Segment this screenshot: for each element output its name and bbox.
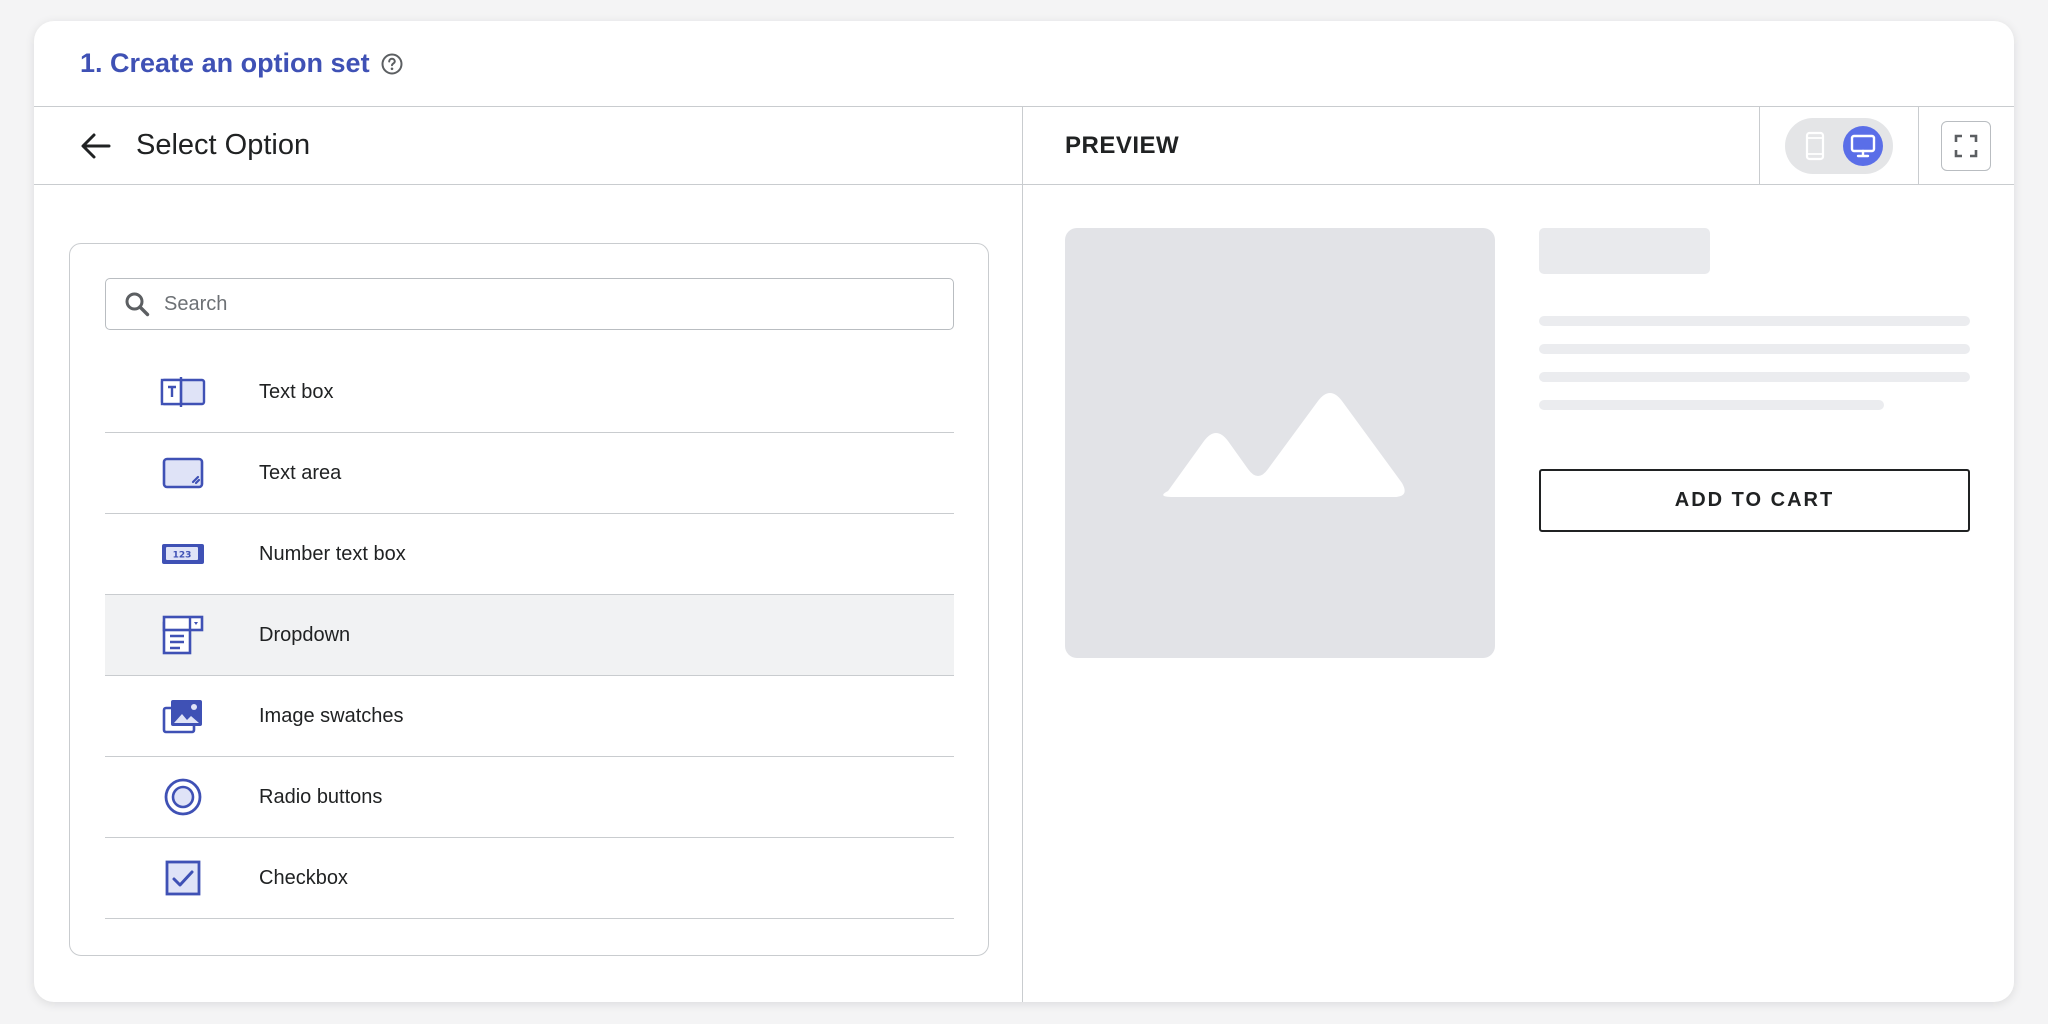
arrow-left-icon bbox=[81, 133, 111, 158]
option-label: Image swatches bbox=[259, 704, 404, 727]
option-set-card: 1. Create an option set Select Option Se… bbox=[34, 21, 2014, 1002]
select-option-pane: Select Option Search Text box Text area … bbox=[34, 107, 1023, 1002]
option-dropdown[interactable]: Dropdown bbox=[105, 594, 954, 676]
text-box-icon bbox=[159, 368, 207, 416]
search-input[interactable] bbox=[164, 292, 924, 316]
select-option-header: Select Option bbox=[34, 107, 1022, 185]
add-to-cart-button[interactable]: ADD TO CART bbox=[1539, 469, 1970, 532]
option-picker: Text box Text area bbox=[69, 243, 989, 956]
card-header: 1. Create an option set bbox=[34, 21, 2014, 107]
skeleton-line bbox=[1539, 400, 1884, 410]
option-label: Radio buttons bbox=[259, 785, 383, 808]
radio-buttons-icon bbox=[159, 773, 207, 821]
device-toggle-container bbox=[1759, 107, 1919, 185]
question-circle-icon[interactable] bbox=[380, 52, 404, 76]
option-text-box[interactable]: Text box bbox=[105, 352, 954, 433]
skeleton-line bbox=[1539, 372, 1970, 382]
option-label: Checkbox bbox=[259, 866, 348, 889]
image-swatches-icon bbox=[159, 692, 207, 740]
device-toggle bbox=[1785, 118, 1893, 174]
desktop-view-button[interactable] bbox=[1843, 126, 1883, 166]
product-image-placeholder bbox=[1065, 228, 1495, 658]
search-icon bbox=[125, 292, 150, 317]
option-image-swatches[interactable]: Image swatches bbox=[105, 676, 954, 757]
option-number-text-box[interactable]: 123 Number text box bbox=[105, 514, 954, 595]
search-box bbox=[105, 278, 954, 330]
page-title: 1. Create an option set bbox=[80, 48, 370, 78]
preview-pane: PREVIEW ADD TO CART bbox=[1023, 107, 2014, 1002]
checkbox-icon bbox=[159, 854, 207, 902]
option-checkbox[interactable]: Checkbox bbox=[105, 838, 954, 919]
option-label: Number text box bbox=[259, 542, 406, 565]
option-label: Text area bbox=[259, 461, 342, 484]
mobile-view-button[interactable] bbox=[1795, 126, 1835, 166]
option-label: Dropdown bbox=[259, 623, 351, 646]
expand-icon bbox=[1954, 134, 1978, 158]
option-text-area[interactable]: Text area bbox=[105, 433, 954, 514]
image-placeholder-icon bbox=[1163, 393, 1405, 497]
desktop-icon bbox=[1850, 134, 1876, 158]
skeleton-line bbox=[1539, 316, 1970, 326]
preview-title: PREVIEW bbox=[1065, 131, 1180, 159]
preview-header: PREVIEW bbox=[1023, 107, 2014, 185]
option-radio-buttons[interactable]: Radio buttons bbox=[105, 757, 954, 838]
mobile-icon bbox=[1805, 131, 1825, 161]
text-area-icon bbox=[159, 449, 207, 497]
option-list: Text box Text area 123 Number text box D… bbox=[105, 352, 954, 919]
select-option-title: Select Option bbox=[136, 129, 311, 161]
back-button[interactable] bbox=[76, 126, 116, 166]
skeleton-title bbox=[1539, 228, 1710, 274]
dropdown-icon bbox=[159, 611, 207, 659]
skeleton-line bbox=[1539, 344, 1970, 354]
svg-text:123: 123 bbox=[173, 551, 192, 561]
fullscreen-button[interactable] bbox=[1941, 121, 1991, 171]
option-label: Text box bbox=[259, 380, 334, 403]
number-text-box-icon: 123 bbox=[159, 530, 207, 578]
